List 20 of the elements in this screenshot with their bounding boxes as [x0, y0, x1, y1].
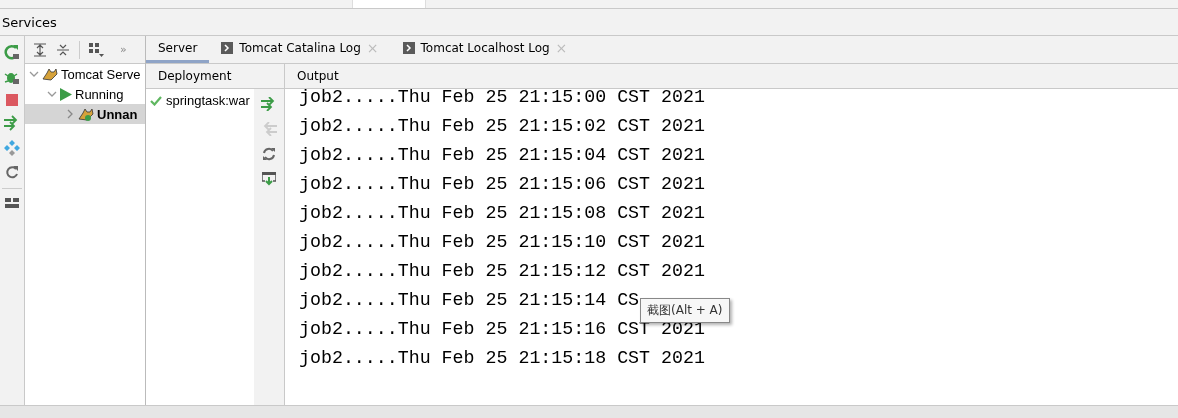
log-line: job2.....Thu Feb 25 21:15:14 CS [299, 289, 640, 312]
column-header: Output [297, 69, 339, 83]
tree-item[interactable]: Unnan [25, 104, 145, 124]
tree-item[interactable]: Running [25, 84, 145, 104]
log-line: job2.....Thu Feb 25 21:15:06 CST 2021 [299, 173, 705, 196]
column-header: Deployment [158, 69, 232, 83]
tree-item[interactable]: Tomcat Serve [25, 64, 145, 84]
tab[interactable]: Tomcat Catalina Log × [209, 36, 391, 63]
tooltip: 截图(Alt + A) [640, 298, 730, 323]
deployment-item[interactable]: springtask:war [146, 93, 254, 108]
log-line: job2.....Thu Feb 25 21:15:18 CST 2021 [299, 347, 705, 370]
tab[interactable]: Server [146, 36, 210, 63]
tab[interactable]: Tomcat Localhost Log × [390, 36, 580, 63]
window-title: Services [2, 14, 57, 30]
log-line: job2.....Thu Feb 25 21:15:12 CST 2021 [299, 260, 705, 283]
log-line: job2.....Thu Feb 25 21:15:02 CST 2021 [299, 115, 705, 138]
log-line: job2.....Thu Feb 25 21:15:08 CST 2021 [299, 202, 705, 225]
log-line: job2.....Thu Feb 25 21:15:10 CST 2021 [299, 231, 705, 254]
log-line: job2.....Thu Feb 25 21:15:04 CST 2021 [299, 144, 705, 167]
log-line: job2.....Thu Feb 25 21:15:00 CST 2021 [299, 89, 705, 109]
